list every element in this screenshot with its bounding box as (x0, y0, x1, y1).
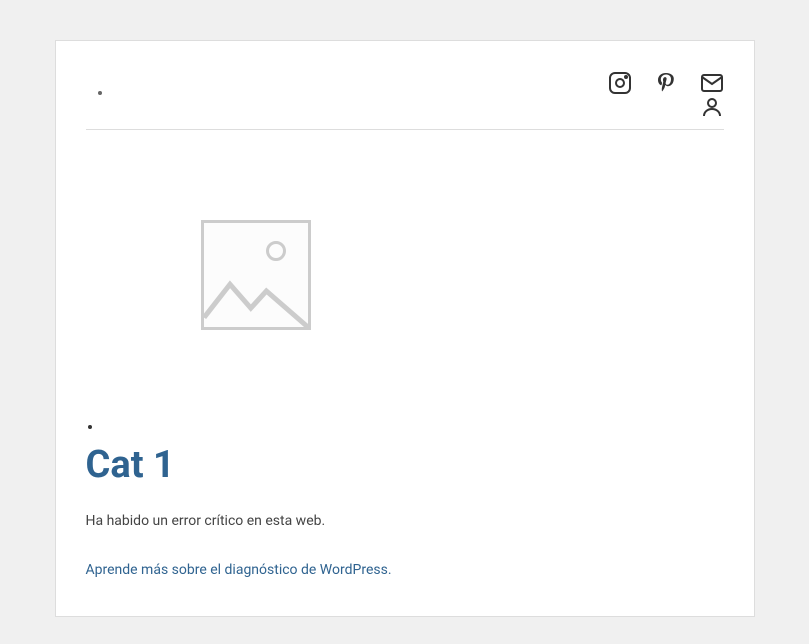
main-card: Cat 1 Ha habido un error crítico en esta… (55, 40, 755, 617)
error-message: Ha habido un error crítico en esta web. (86, 513, 724, 529)
product-image-placeholder (86, 145, 426, 405)
header (86, 61, 724, 130)
social-row (608, 71, 724, 95)
user-icon[interactable] (700, 95, 724, 119)
image-placeholder-icon (201, 220, 311, 330)
pinterest-icon[interactable] (654, 71, 678, 95)
list-bullet (88, 425, 92, 429)
learn-more-link[interactable]: Aprende más sobre el diagnóstico de Word… (86, 562, 392, 578)
category-title[interactable]: Cat 1 (86, 443, 724, 487)
mail-icon[interactable] (700, 71, 724, 95)
instagram-icon[interactable] (608, 71, 632, 95)
content: Cat 1 Ha habido un error crítico en esta… (86, 130, 724, 578)
logo-placeholder (98, 91, 102, 95)
header-icons (608, 71, 724, 119)
